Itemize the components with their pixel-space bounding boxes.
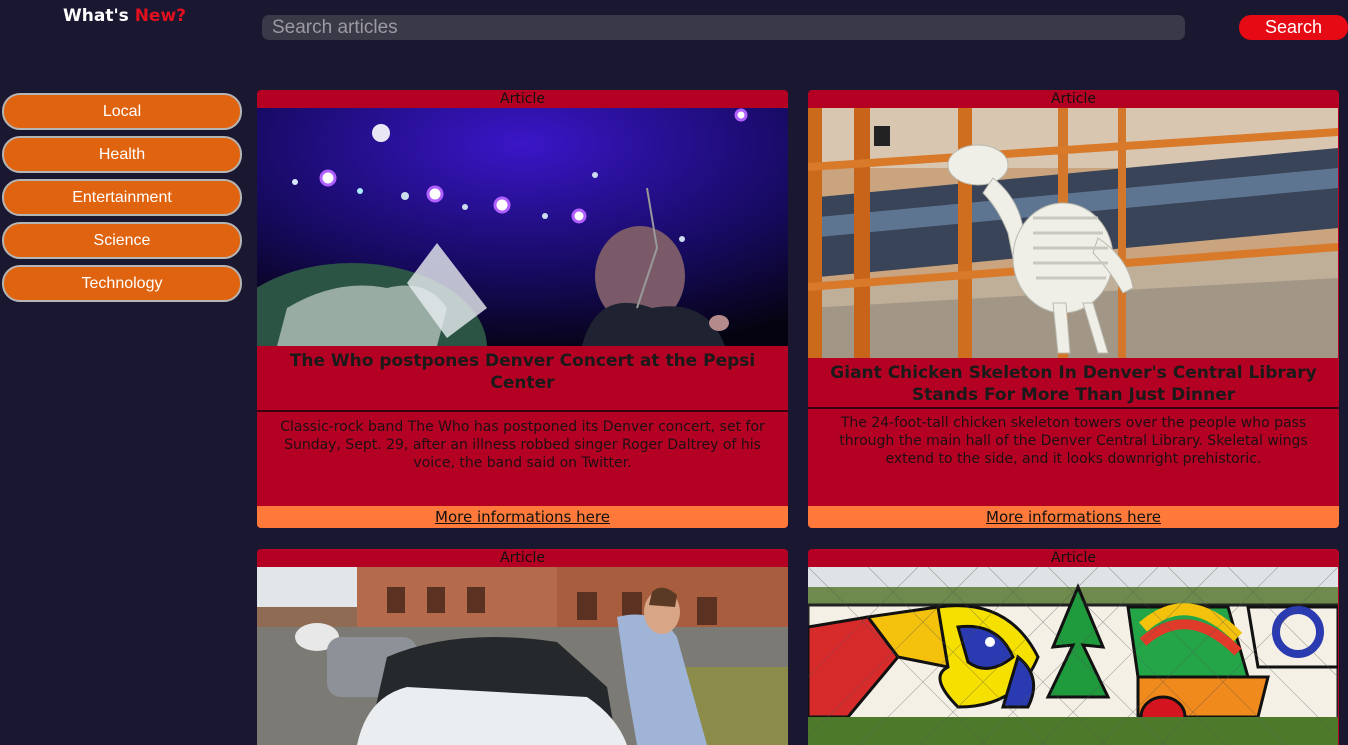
logo-text-accent: New?	[134, 6, 187, 26]
article-image-concert[interactable]	[257, 108, 788, 346]
category-local-button[interactable]: Local	[2, 93, 242, 130]
article-card: Article	[808, 90, 1339, 528]
search-input[interactable]	[262, 15, 1185, 40]
article-label: Article	[1051, 91, 1096, 107]
article-description: Classic-rock band The Who has postponed …	[280, 419, 765, 471]
category-science-button[interactable]: Science	[2, 222, 242, 259]
article-card: Article	[808, 549, 1339, 745]
more-info-link[interactable]: More informations here	[808, 506, 1339, 528]
article-title: The Who postpones Denver Concert at the …	[257, 346, 788, 412]
article-description: The 24-foot-tall chicken skeleton towers…	[839, 415, 1308, 467]
category-entertainment-button[interactable]: Entertainment	[2, 179, 242, 216]
article-image-library[interactable]	[808, 108, 1339, 358]
site-logo[interactable]: What's New?	[63, 6, 186, 26]
article-image-street[interactable]	[257, 567, 788, 745]
article-title: Giant Chicken Skeleton In Denver's Centr…	[808, 358, 1339, 409]
category-technology-button[interactable]: Technology	[2, 265, 242, 302]
article-label: Article	[1051, 550, 1096, 566]
article-card: Article	[257, 549, 788, 745]
logo-text-primary: What's	[63, 6, 129, 26]
category-health-button[interactable]: Health	[2, 136, 242, 173]
article-image-mural[interactable]	[808, 567, 1339, 745]
search-button[interactable]: Search	[1239, 15, 1348, 40]
article-card: Article	[257, 90, 788, 528]
article-label: Article	[500, 550, 545, 566]
article-label: Article	[500, 91, 545, 107]
more-info-link[interactable]: More informations here	[257, 506, 788, 528]
category-sidebar: Local Health Entertainment Science Techn…	[2, 93, 242, 308]
